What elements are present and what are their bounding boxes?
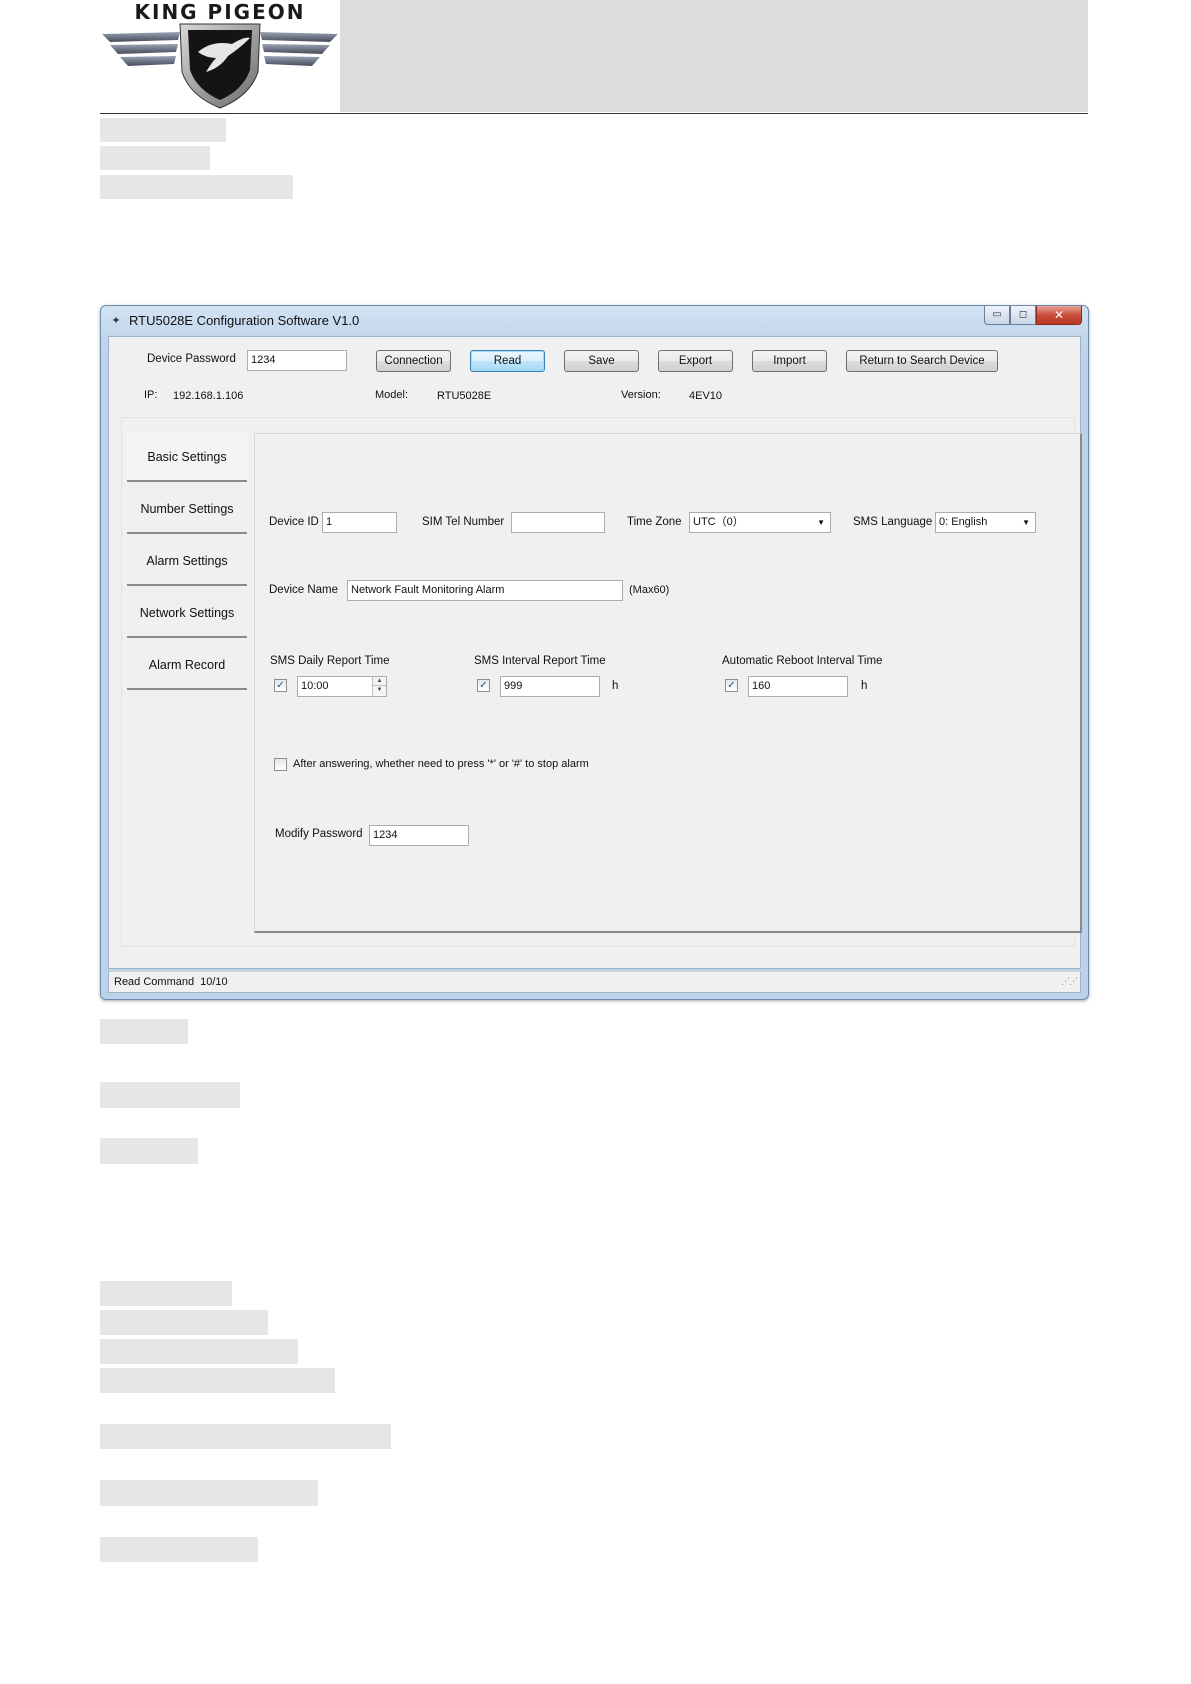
time-zone-select[interactable]: UTC（0） ▼ [689, 512, 831, 533]
redacted-text-block [100, 1310, 268, 1335]
window-title: RTU5028E Configuration Software V1.0 [129, 313, 360, 328]
device-name-label: Device Name [269, 584, 339, 596]
redacted-text-block [100, 1424, 391, 1449]
modify-password-input[interactable]: 1234 [369, 825, 469, 846]
redacted-text-block [100, 1138, 198, 1164]
header-banner [340, 0, 1088, 112]
redacted-text-block [100, 1019, 188, 1044]
sms-daily-report-time-value: 10:00 [301, 680, 329, 692]
save-button[interactable]: Save [564, 350, 639, 372]
tab-alarm-settings[interactable]: Alarm Settings [127, 536, 247, 586]
maximize-icon[interactable]: ◻ [1010, 306, 1036, 325]
sms-language-select[interactable]: 0: English ▼ [935, 512, 1036, 533]
device-password-label: Device Password [147, 353, 236, 365]
export-button[interactable]: Export [658, 350, 733, 372]
redacted-text-block [100, 1082, 240, 1108]
import-button[interactable]: Import [752, 350, 827, 372]
device-password-input[interactable]: 1234 [247, 350, 347, 371]
tab-alarm-record[interactable]: Alarm Record [127, 640, 247, 690]
redacted-text-block [100, 146, 210, 170]
device-id-label: Device ID [269, 516, 319, 528]
device-name-input[interactable]: Network Fault Monitoring Alarm [347, 580, 623, 601]
version-value: 4EV10 [689, 390, 723, 402]
tab-network-settings[interactable]: Network Settings [127, 588, 247, 638]
sms-language-label: SMS Language [853, 516, 933, 528]
sms-language-value: 0: English [939, 516, 988, 528]
model-value: RTU5028E [437, 390, 492, 402]
time-zone-label: Time Zone [627, 516, 682, 528]
tab-number-settings[interactable]: Number Settings [127, 484, 247, 534]
press-key-stop-alarm-checkbox[interactable] [274, 758, 287, 771]
sms-daily-report-time-input[interactable]: 10:00 ▲ ▼ [297, 676, 387, 697]
auto-reboot-interval-input[interactable]: 160 [748, 676, 848, 697]
auto-reboot-unit: h [861, 680, 868, 692]
return-to-search-button[interactable]: Return to Search Device [846, 350, 998, 372]
status-progress: 10/10 [200, 976, 228, 988]
resize-grip-icon[interactable]: ⋰⋰ [1061, 971, 1078, 991]
app-window: ✦ RTU5028E Configuration Software V1.0 ▭… [100, 305, 1089, 1000]
modify-password-label: Modify Password [275, 828, 363, 840]
redacted-text-block [100, 118, 226, 142]
model-label: Model: [375, 389, 409, 401]
auto-reboot-checkbox[interactable]: ✓ [725, 679, 738, 692]
time-zone-value: UTC（0） [693, 516, 744, 528]
version-label: Version: [621, 389, 661, 401]
window-controls: ▭ ◻ ✕ [984, 306, 1082, 326]
basic-settings-panel: Device ID 1 SIM Tel Number Time Zone UTC… [254, 433, 1082, 933]
pigeon-shield-icon [102, 23, 338, 109]
ip-value: 192.168.1.106 [173, 390, 244, 402]
app-icon[interactable]: ✦ [109, 314, 123, 328]
read-button[interactable]: Read [470, 350, 545, 372]
company-logo: KING PIGEON [100, 0, 340, 112]
device-name-max-hint: (Max60) [629, 584, 670, 596]
sms-interval-report-input[interactable]: 999 [500, 676, 600, 697]
redacted-text-block [100, 1537, 258, 1562]
status-bar: Read Command 10/10 ⋰⋰ [108, 971, 1081, 993]
minimize-icon[interactable]: ▭ [984, 306, 1010, 325]
title-bar[interactable]: ✦ RTU5028E Configuration Software V1.0 ▭… [101, 306, 1088, 336]
window-client-area: Device Password 1234 Connection Read Sav… [108, 336, 1082, 969]
connection-button[interactable]: Connection [376, 350, 451, 372]
settings-tab-list: Basic Settings Number Settings Alarm Set… [127, 432, 254, 925]
spin-down-icon[interactable]: ▼ [373, 686, 386, 695]
sms-interval-report-checkbox[interactable]: ✓ [477, 679, 490, 692]
redacted-text-block [100, 1281, 232, 1306]
tab-basic-settings[interactable]: Basic Settings [127, 432, 247, 482]
ip-label: IP: [144, 389, 158, 401]
device-id-input[interactable]: 1 [322, 512, 397, 533]
sms-interval-report-label: SMS Interval Report Time [474, 655, 606, 667]
sim-tel-number-input[interactable] [511, 512, 605, 533]
chevron-down-icon: ▼ [1022, 518, 1030, 527]
chevron-down-icon: ▼ [817, 518, 825, 527]
redacted-text-block [100, 1368, 335, 1393]
sim-tel-number-label: SIM Tel Number [422, 516, 505, 528]
logo-text: KING PIGEON [134, 0, 306, 24]
spin-up-icon[interactable]: ▲ [373, 677, 386, 686]
redacted-text-block [100, 1480, 318, 1506]
sms-daily-report-checkbox[interactable]: ✓ [274, 679, 287, 692]
sms-interval-unit: h [612, 680, 619, 692]
sms-daily-report-label: SMS Daily Report Time [270, 655, 390, 667]
time-spinner[interactable]: ▲ ▼ [372, 677, 386, 696]
redacted-text-block [100, 1339, 298, 1364]
header-divider [100, 113, 1088, 114]
status-command: Read Command [114, 976, 195, 988]
auto-reboot-interval-label: Automatic Reboot Interval Time [722, 655, 883, 667]
redacted-text-block [100, 175, 293, 199]
close-icon[interactable]: ✕ [1036, 306, 1082, 325]
press-key-stop-alarm-label: After answering, whether need to press '… [293, 758, 589, 770]
